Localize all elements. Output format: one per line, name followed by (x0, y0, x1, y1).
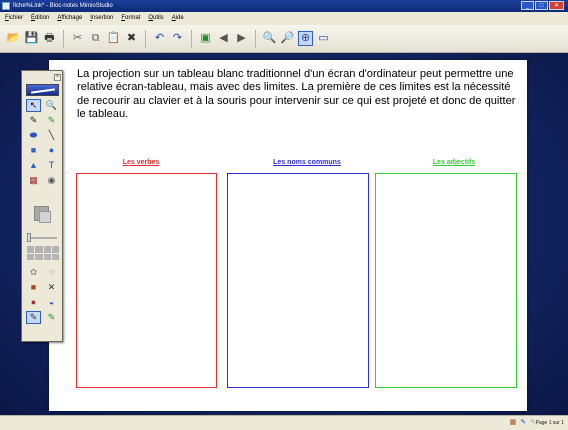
zoom-fit-icon: ⊕ (300, 32, 311, 44)
line-icon[interactable]: ╲ (44, 129, 59, 142)
column-title-adjectives[interactable]: Les adjectifs (387, 159, 521, 166)
menu-item-1[interactable]: Édition (31, 12, 49, 25)
import-icon: 📂 (6, 32, 21, 44)
palette-close-button[interactable]: × (54, 74, 61, 81)
status-grid-icon[interactable]: ▦ (510, 416, 517, 430)
redo-button[interactable]: ↷ (170, 31, 185, 46)
paste-icon: 📋 (106, 32, 121, 44)
zoom-out-icon: 🔎 (280, 32, 295, 44)
reveal-icon[interactable]: ● (26, 296, 41, 309)
menu-item-6[interactable]: Aide (172, 12, 184, 25)
palette-tools-top: ↖ 🔍 ✎ ✎ ⬬ ╲ ■ ● ▲ T ▦ ◉ (26, 99, 60, 187)
close-button[interactable]: ✕ (549, 1, 564, 10)
slider-knob[interactable] (27, 233, 31, 242)
hand-icon[interactable]: ☜ (44, 266, 59, 279)
column-title-verbs[interactable]: Les verbes (86, 159, 196, 166)
save-icon: 💾 (24, 32, 39, 44)
delete-tool-icon[interactable]: ✕ (44, 281, 59, 294)
zoom-in-icon: 🔍 (262, 32, 277, 44)
zoom-fit-button[interactable]: ⊕ (298, 31, 313, 46)
delete-icon: ✖ (126, 32, 137, 44)
previous-page-button[interactable]: ◀ (216, 31, 231, 46)
menu-item-2[interactable]: Affichage (57, 12, 82, 25)
menu-item-0[interactable]: Fichier (5, 12, 23, 25)
text-icon[interactable]: T (44, 159, 59, 172)
undo-button[interactable]: ↶ (152, 31, 167, 46)
adjectives-box[interactable] (375, 173, 517, 388)
notebook-page[interactable]: La projection sur un tableau blanc tradi… (49, 60, 527, 411)
previous-page-icon: ◀ (219, 32, 228, 44)
page-indicator: Page 1 sur 1 (535, 420, 564, 426)
new-page-icon: ▣ (200, 32, 211, 44)
window-title: fiche%Link* - Bloc-notes MimioStudio (13, 3, 113, 9)
recognition-icon[interactable]: ✎ (26, 311, 41, 324)
page-paragraph[interactable]: La projection sur un tableau blanc tradi… (77, 68, 517, 122)
status-icons: ▦ ✎ ✎ (510, 416, 536, 430)
cut-button[interactable]: ✂ (70, 31, 85, 46)
thickness-slider[interactable] (27, 233, 57, 242)
eraser-icon[interactable]: ⬬ (26, 129, 41, 142)
full-screen-icon: ▭ (318, 32, 329, 44)
toolbar-separator (63, 29, 64, 48)
app-icon (2, 2, 10, 10)
verbs-box[interactable] (76, 173, 217, 388)
print-icon: 🖶 (44, 32, 55, 44)
zoom-out-button[interactable]: 🔎 (280, 31, 295, 46)
handwriting-icon[interactable]: ✎ (44, 311, 59, 324)
title-bar: fiche%Link* - Bloc-notes MimioStudio _ □… (0, 0, 568, 12)
save-button[interactable]: 💾 (24, 31, 39, 46)
import-button[interactable]: 📂 (6, 31, 21, 46)
status-bar: ▦ ✎ ✎ Page 1 sur 1 (0, 415, 568, 430)
palette-tools-bottom: ✿ ☜ ■ ✕ ● ◒ ✎ ✎ (26, 266, 60, 324)
toolbar-separator (255, 29, 256, 48)
fill-icon[interactable]: ✿ (26, 266, 41, 279)
image-icon[interactable]: ▦ (26, 174, 41, 187)
toolbar-separator (191, 29, 192, 48)
screen-capture-icon[interactable]: ◉ (44, 174, 59, 187)
next-page-button[interactable]: ▶ (234, 31, 249, 46)
menu-item-5[interactable]: Outils (148, 12, 163, 25)
cut-icon: ✂ (72, 32, 83, 44)
column-title-nouns[interactable]: Les noms communs (232, 159, 382, 166)
print-button[interactable]: 🖶 (42, 31, 57, 46)
paste-button[interactable]: 📋 (106, 31, 121, 46)
undo-icon: ↶ (154, 32, 165, 44)
palette-grid[interactable] (27, 246, 59, 260)
redo-icon: ↷ (172, 32, 183, 44)
nouns-box[interactable] (227, 173, 369, 388)
copy-button[interactable]: ⧉ (88, 31, 103, 46)
color-swatch[interactable] (34, 206, 51, 223)
ellipse-icon[interactable]: ● (44, 144, 59, 157)
zoom-in-button[interactable]: 🔍 (262, 31, 277, 46)
window-controls: _ □ ✕ (521, 1, 564, 10)
menu-item-4[interactable]: Format (121, 12, 140, 25)
zoom-tool-icon[interactable]: 🔍 (44, 99, 59, 112)
rectangle-icon[interactable]: ■ (26, 144, 41, 157)
delete-button[interactable]: ✖ (124, 31, 139, 46)
toolbar-separator (145, 29, 146, 48)
menu-item-3[interactable]: Insertion (90, 12, 113, 25)
main-toolbar: 📂 💾 🖶 ✂ ⧉ 📋 ✖ ↶ ↷ ▣ ◀ ▶ 🔍 🔎 ⊕ ▭ (0, 25, 568, 53)
spotlight-icon[interactable]: ◒ (44, 296, 59, 309)
new-page-button[interactable]: ▣ (198, 31, 213, 46)
next-page-icon: ▶ (237, 32, 246, 44)
pen-icon[interactable]: ✎ (26, 114, 41, 127)
minimize-button[interactable]: _ (521, 1, 534, 10)
select-arrow-icon[interactable]: ↖ (26, 99, 41, 112)
maximize-button[interactable]: □ (535, 1, 548, 10)
highlighter-icon[interactable]: ✎ (44, 114, 59, 127)
pen-preview (26, 84, 59, 96)
tools-palette[interactable]: × ↖ 🔍 ✎ ✎ ⬬ ╲ ■ ● ▲ T ▦ ◉ ✿ ☜ ■ ✕ ● ◒ ✎ ✎ (21, 70, 63, 342)
stamp-icon[interactable]: ■ (26, 281, 41, 294)
copy-icon: ⧉ (91, 32, 100, 44)
status-pen-icon[interactable]: ✎ (520, 416, 526, 430)
full-screen-button[interactable]: ▭ (316, 31, 331, 46)
triangle-icon[interactable]: ▲ (26, 159, 41, 172)
menu-bar: Fichier Édition Affichage Insertion Format Ou… (0, 12, 568, 25)
